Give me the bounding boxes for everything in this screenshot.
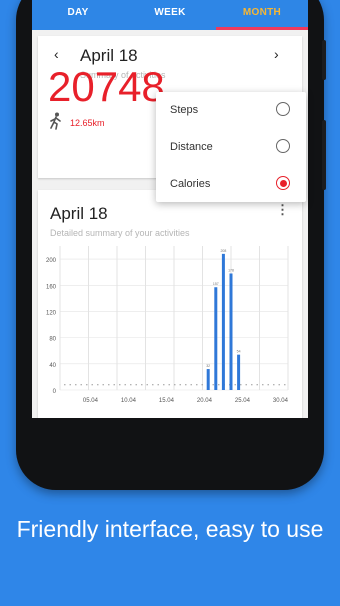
y-tick-label: 0 (53, 389, 57, 395)
radio-steps[interactable] (276, 102, 290, 116)
y-tick-label: 200 (46, 258, 57, 264)
tab-week[interactable]: WEEK (124, 0, 216, 30)
app-screen: DAY WEEK MONTH ‹ April 18 Summary of act… (32, 0, 308, 418)
x-tick-label: 20.04 (197, 398, 213, 404)
x-tick-label: 25.04 (235, 398, 251, 404)
menu-item-label: Calories (170, 178, 211, 190)
detail-date-title: April 18 (50, 204, 108, 223)
tab-day[interactable]: DAY (32, 0, 124, 30)
chart-bar (221, 253, 225, 390)
bar-value-label: 54 (237, 350, 241, 354)
y-tick-label: 120 (46, 310, 57, 316)
tab-bar: DAY WEEK MONTH (32, 0, 308, 30)
detail-card: April 18 Detailed summary of your activi… (38, 190, 302, 418)
walking-person-icon (48, 112, 64, 135)
menu-item-label: Steps (170, 104, 199, 116)
x-tick-label: 15.04 (159, 398, 175, 404)
y-tick-label: 160 (46, 284, 57, 290)
phone-side-button (322, 40, 326, 80)
phone-side-button (322, 120, 326, 190)
tab-month[interactable]: MONTH (216, 0, 308, 30)
detail-subtitle: Detailed summary of your activities (50, 228, 190, 238)
distance-value: 12.65km (70, 118, 105, 128)
chart-bar (214, 287, 218, 390)
bar-value-label: 157 (213, 282, 219, 286)
y-tick-label: 40 (49, 363, 56, 369)
more-vertical-icon[interactable]: ⋮ (276, 202, 289, 218)
bar-value-label: 208 (220, 249, 226, 253)
bar-value-label: 32 (206, 364, 210, 368)
chart-bar (237, 354, 241, 390)
metric-dropdown-menu: Steps Distance Calories (156, 92, 306, 202)
menu-item-steps[interactable]: Steps (156, 92, 306, 128)
chart-bar (206, 369, 210, 390)
chevron-left-icon[interactable]: ‹ (54, 46, 59, 62)
chart-bar (229, 273, 233, 390)
menu-item-calories[interactable]: Calories (156, 166, 306, 202)
radio-calories[interactable] (276, 176, 290, 190)
steps-value: 20748 (48, 63, 165, 110)
chevron-right-icon[interactable]: › (274, 46, 279, 62)
tagline: Friendly interface, easy to use (16, 516, 324, 542)
menu-item-label: Distance (170, 141, 213, 153)
x-tick-label: 05.04 (83, 398, 99, 404)
y-tick-label: 80 (49, 337, 56, 343)
x-tick-label: 30.04 (273, 398, 289, 404)
x-tick-label: 10.04 (121, 398, 137, 404)
radio-distance[interactable] (276, 139, 290, 153)
bar-value-label: 178 (228, 268, 234, 272)
activity-chart: 0 40 80 120 160 200 05.04 10.04 15.04 20.04 25.04 3… (46, 246, 289, 404)
menu-item-distance[interactable]: Distance (156, 129, 306, 165)
